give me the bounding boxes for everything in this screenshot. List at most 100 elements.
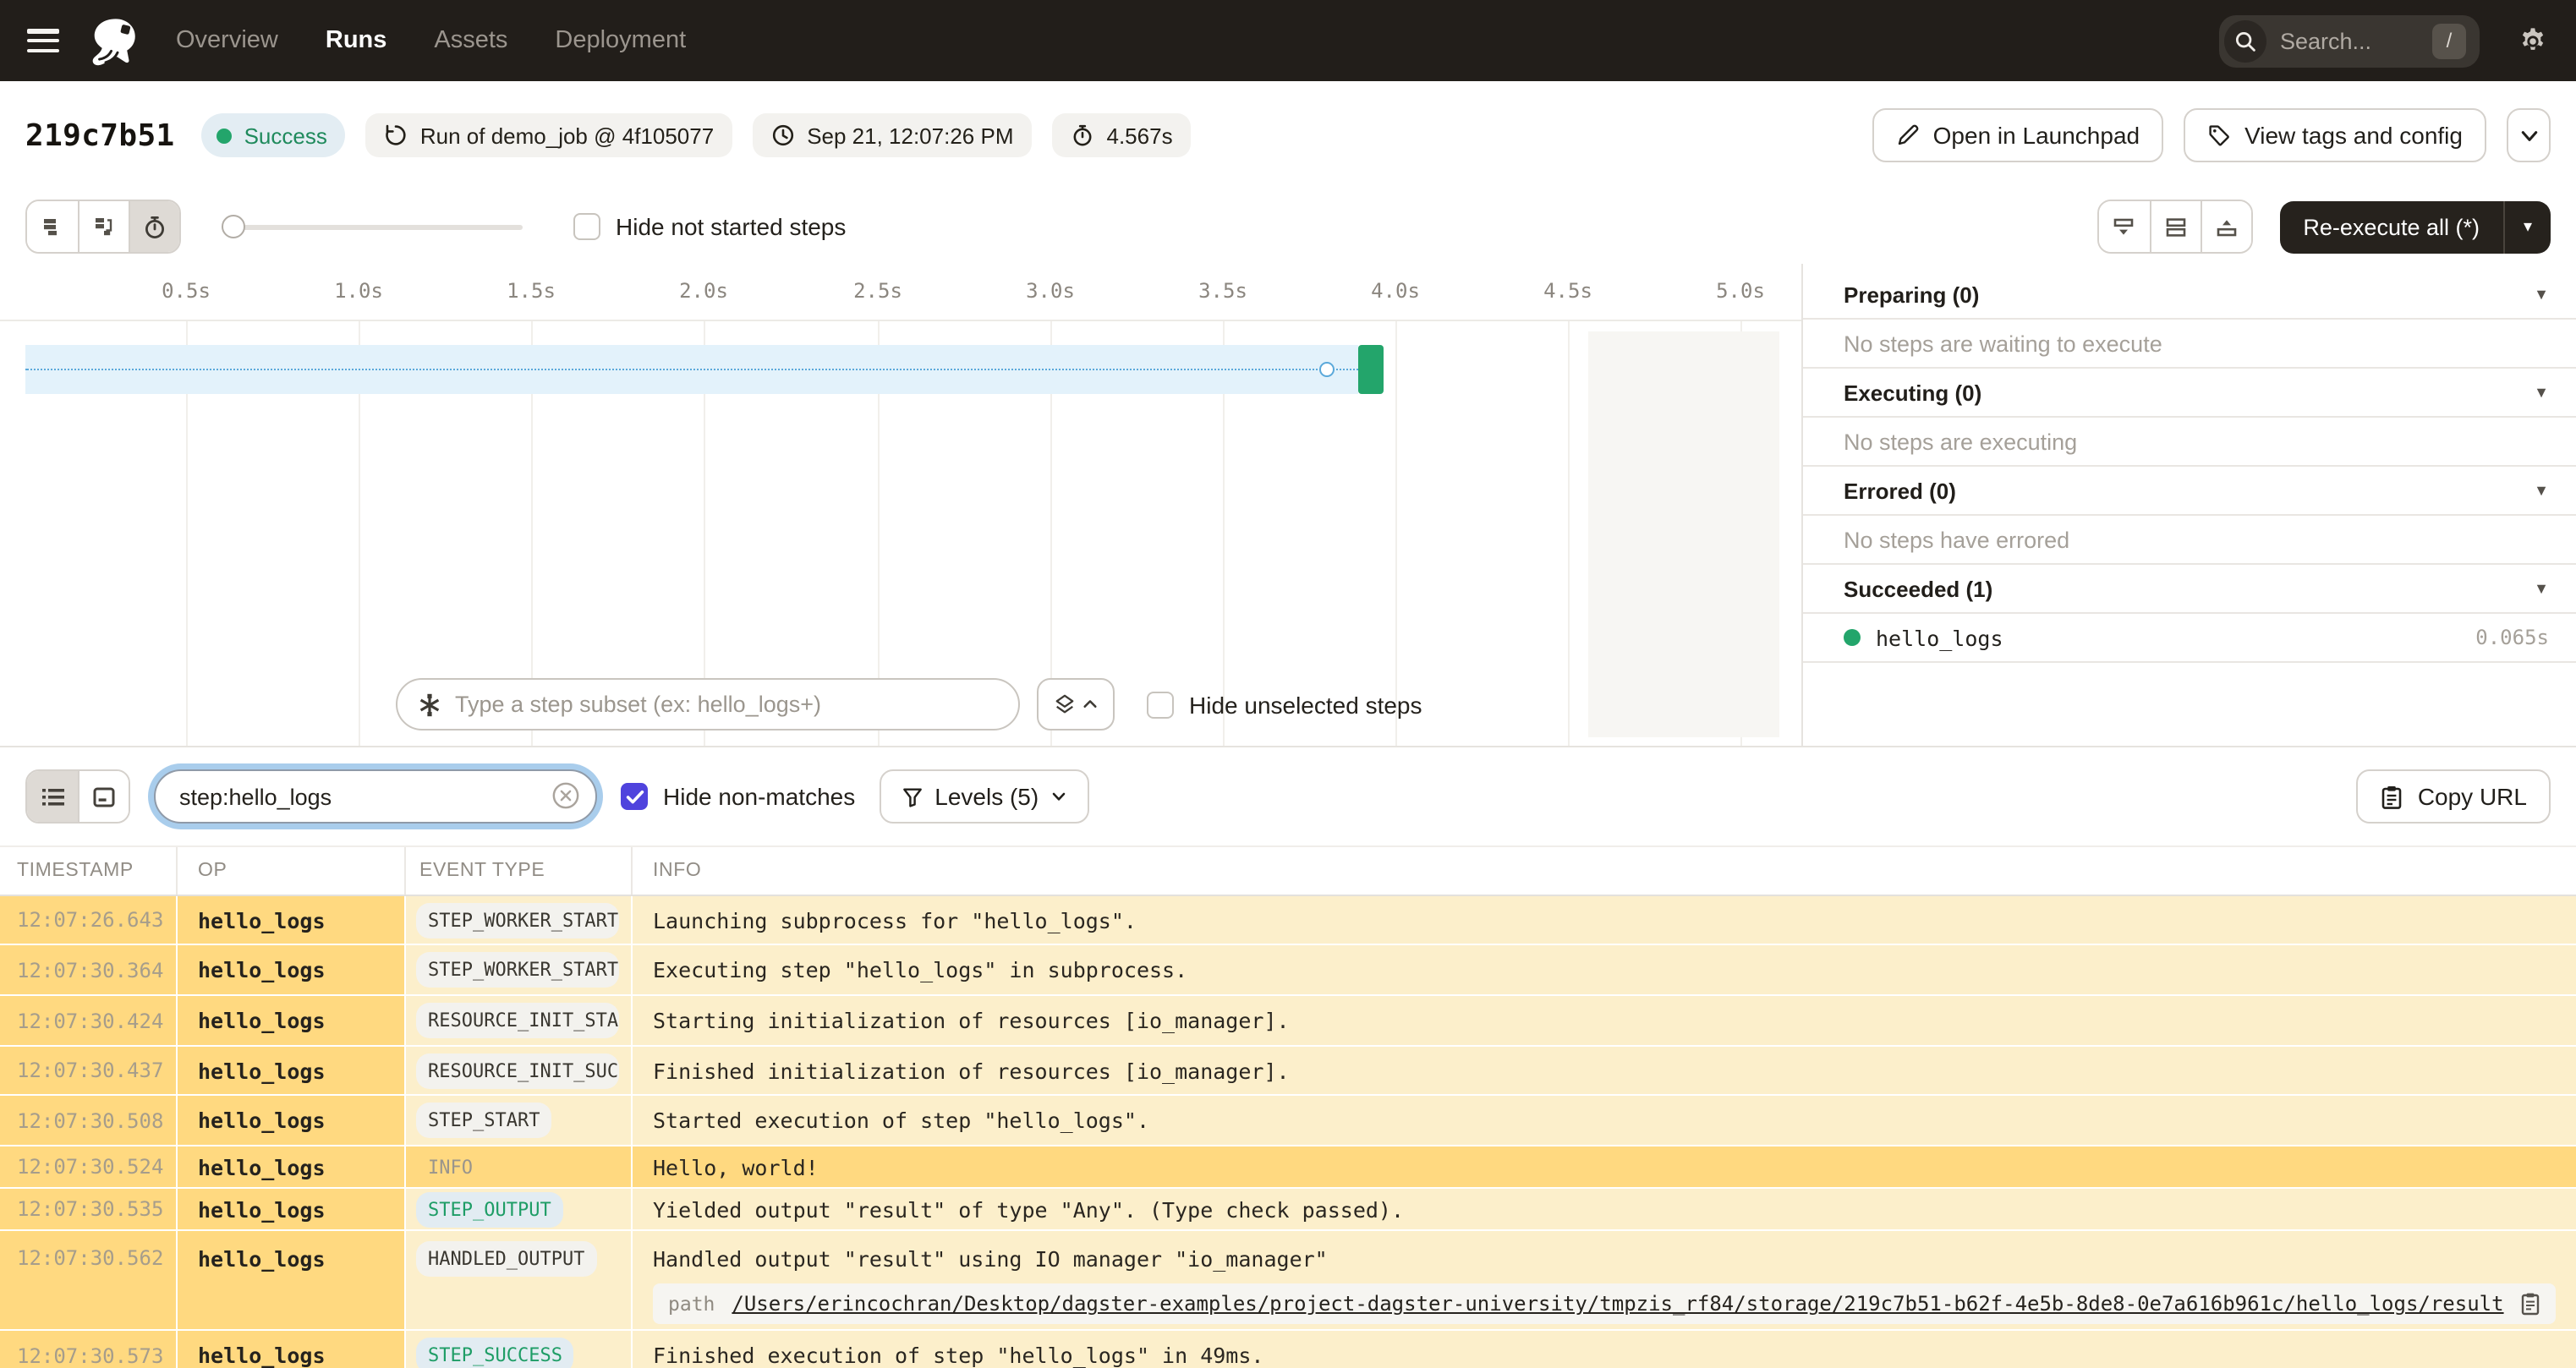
search-input[interactable] (2280, 28, 2432, 53)
panel-section-title: Preparing (0) (1844, 282, 1980, 307)
gantt-zoom-slider[interactable] (222, 215, 523, 238)
dagster-run-page: Overview Runs Assets Deployment / 219c7b51 … (0, 0, 2576, 1368)
path-label: path (668, 1292, 715, 1316)
log-row[interactable]: 12:07:30.364 hello_logs STEP_WORKER_START E… (0, 945, 2576, 996)
structured-view-icon (93, 786, 115, 807)
log-timestamp[interactable]: 12:07:30.508 (0, 1096, 178, 1145)
clock-icon (773, 124, 794, 146)
open-in-launchpad-button[interactable]: Open in Launchpad (1872, 108, 2164, 162)
collapse-caret-icon[interactable]: ▼ (2534, 384, 2549, 401)
view-tags-config-button[interactable]: View tags and config (2184, 108, 2486, 162)
panel-empty-state: No steps have errored (1803, 516, 2576, 565)
reexecute-all-button[interactable]: Re-execute all (*) ▾ (2279, 200, 2551, 253)
hide-non-matches-checkbox-row[interactable]: Hide non-matches (621, 783, 855, 810)
gantt-view-mode-control (25, 200, 181, 254)
panel-section-header[interactable]: Errored (0) ▼ (1803, 467, 2576, 516)
log-timestamp[interactable]: 12:07:26.643 (0, 896, 178, 944)
run-of-label: Run of demo_job @ 4f105077 (419, 123, 715, 148)
log-timestamp[interactable]: 12:07:30.524 (0, 1146, 178, 1187)
step-subset-input[interactable]: Type a step subset (ex: hello_logs+) (396, 678, 1020, 731)
hamburger-menu-icon[interactable] (27, 29, 59, 52)
panel-section-title: Errored (0) (1844, 478, 1956, 503)
panel-section-header[interactable]: Preparing (0) ▼ (1803, 264, 2576, 320)
clear-filter-icon[interactable] (551, 781, 580, 810)
collapse-caret-icon[interactable]: ▼ (2534, 286, 2549, 303)
log-event-type-cell: STEP_START (406, 1096, 633, 1145)
gantt-flat-view-button[interactable] (27, 201, 78, 252)
step-marker-circle[interactable] (1319, 362, 1335, 377)
log-timestamp[interactable]: 12:07:30.424 (0, 996, 178, 1045)
global-search[interactable]: / (2219, 14, 2480, 67)
event-type-badge: HANDLED_OUTPUT (416, 1241, 597, 1277)
zoom-slider-handle[interactable] (222, 215, 245, 238)
collapse-caret-icon[interactable]: ▼ (2534, 482, 2549, 499)
copy-path-icon[interactable] (2521, 1292, 2541, 1316)
reexecute-dropdown-caret[interactable]: ▾ (2503, 200, 2551, 253)
tag-icon (2209, 125, 2229, 146)
log-view-mode-control (25, 769, 130, 824)
list-view-icon (41, 788, 63, 805)
hide-unselected-checkbox[interactable] (1147, 691, 1174, 718)
log-row[interactable]: 12:07:30.562 hello_logs HANDLED_OUTPUT Hand… (0, 1231, 2576, 1331)
pane-down-icon (2114, 217, 2134, 234)
chevron-up-icon (1083, 700, 1097, 708)
log-op-name: hello_logs (178, 896, 406, 944)
log-row[interactable]: 12:07:30.524 hello_logs INFO Hello, world! (0, 1146, 2576, 1189)
nav-item-overview[interactable]: Overview (176, 27, 278, 54)
nav-item-assets[interactable]: Assets (434, 27, 507, 54)
succeeded-step-row[interactable]: hello_logs 0.065s (1803, 614, 2576, 663)
log-timestamp[interactable]: 12:07:30.437 (0, 1047, 178, 1094)
start-time-pill: Sep 21, 12:07:26 PM (753, 113, 1033, 157)
gantt-split-region: 0.5s 1.0s 1.5s 2.0s 2.5s 3.0s 3.5s 4.0s 4.5s 5.0s… (0, 264, 2576, 747)
hide-unselected-checkbox-row[interactable]: Hide unselected steps (1147, 691, 1422, 718)
view-tags-config-label: View tags and config (2244, 122, 2463, 149)
log-row[interactable]: 12:07:30.437hello_logs RESOURCE_INIT_SUCC… (0, 1047, 2576, 1096)
nav-item-runs[interactable]: Runs (326, 27, 387, 54)
log-row[interactable]: 12:07:26.643hello_logs STEP_WORKER_STARTI… (0, 896, 2576, 945)
hide-not-started-checkbox-row[interactable]: Hide not started steps (573, 213, 846, 240)
hide-non-matches-label: Hide non-matches (663, 783, 856, 810)
step-subset-controls: Type a step subset (ex: hello_logs+) Hid… (396, 678, 1422, 731)
log-row[interactable]: 12:07:30.573 hello_logs STEP_SUCCESS Finish… (0, 1331, 2576, 1368)
success-dot-icon (216, 128, 233, 143)
open-in-launchpad-label: Open in Launchpad (1932, 122, 2140, 149)
log-structured-view-button[interactable] (78, 771, 129, 822)
graph-query-options-button[interactable] (1037, 678, 1115, 731)
collapse-caret-icon[interactable]: ▼ (2534, 580, 2549, 597)
log-op-name: hello_logs (178, 945, 406, 994)
split-panels-button[interactable] (2149, 201, 2201, 252)
log-list-view-button[interactable] (27, 771, 78, 822)
log-row[interactable]: 12:07:30.424hello_logs RESOURCE_INIT_STAR… (0, 996, 2576, 1047)
step-name: hello_logs (1876, 625, 2003, 650)
run-more-actions-button[interactable] (2507, 108, 2551, 162)
log-timestamp[interactable]: 12:07:30.573 (0, 1331, 178, 1368)
log-row[interactable]: 12:07:30.508 hello_logs STEP_START Started … (0, 1096, 2576, 1146)
panel-section-header[interactable]: Succeeded (1) ▼ (1803, 565, 2576, 614)
log-filter-input[interactable] (154, 769, 597, 824)
levels-filter-button[interactable]: Levels (5) (879, 769, 1090, 824)
stopwatch-icon (1074, 124, 1092, 146)
gantt-timed-view-button[interactable] (129, 201, 179, 252)
panel-section-header[interactable]: Executing (0) ▼ (1803, 369, 2576, 418)
history-icon (386, 124, 407, 145)
gantt-waterfall-view-button[interactable] (78, 201, 129, 252)
nav-item-deployment[interactable]: Deployment (555, 27, 686, 54)
step-execution-bar[interactable] (1358, 345, 1384, 394)
log-row[interactable]: 12:07:30.535 hello_logs STEP_OUTPUT Yielded… (0, 1189, 2576, 1231)
run-of-pill[interactable]: Run of demo_job @ 4f105077 (365, 113, 733, 157)
hide-not-started-checkbox[interactable] (573, 213, 600, 240)
step-waiting-band[interactable] (25, 345, 1358, 394)
hide-non-matches-checkbox[interactable] (621, 783, 648, 810)
expand-top-panel-button[interactable] (2200, 201, 2251, 252)
log-timestamp[interactable]: 12:07:30.562 (0, 1231, 178, 1329)
log-timestamp[interactable]: 12:07:30.535 (0, 1189, 178, 1229)
log-timestamp[interactable]: 12:07:30.364 (0, 945, 178, 994)
step-subset-placeholder: Type a step subset (ex: hello_logs+) (455, 692, 822, 717)
settings-gear-icon[interactable] (2517, 25, 2549, 57)
panel-empty-text: No steps are executing (1844, 429, 2078, 454)
expand-bottom-panel-button[interactable] (2098, 201, 2150, 252)
dagster-logo-icon[interactable] (86, 13, 142, 68)
output-path-link[interactable]: /Users/erincochran/Desktop/dagster-examp… (732, 1292, 2503, 1316)
panel-empty-state: No steps are executing (1803, 418, 2576, 467)
copy-url-button[interactable]: Copy URL (2356, 769, 2551, 824)
